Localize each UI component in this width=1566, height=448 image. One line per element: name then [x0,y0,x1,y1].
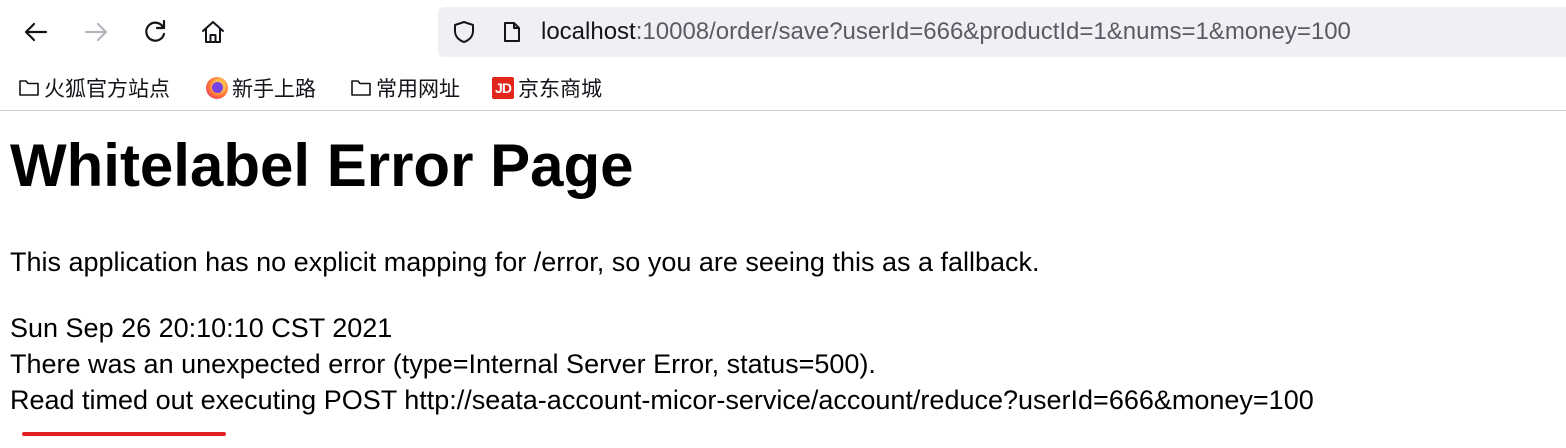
page-title: Whitelabel Error Page [10,132,634,199]
error-summary: There was an unexpected error (type=Inte… [10,349,876,379]
url-bar[interactable]: localhost:10008/order/save?userId=666&pr… [438,7,1566,57]
error-timestamp: Sun Sep 26 20:10:10 CST 2021 [10,313,393,343]
bookmark-item[interactable]: JD 京东商城 [492,74,602,102]
back-button[interactable] [18,14,54,50]
reload-button[interactable] [137,14,173,50]
bookmark-label: 常用网址 [376,78,460,101]
error-detail: Read timed out executing POST http://sea… [10,385,1314,415]
bookmark-label: 新手上路 [232,78,316,101]
reload-icon [141,18,169,46]
jd-icon: JD [492,77,514,99]
firefox-icon [206,77,228,99]
url-host: localhost [541,18,636,45]
bookmarks-bar: 火狐官方站点 新手上路 常用网址 JD 京东商城 [0,66,1566,111]
home-icon [199,18,227,46]
folder-icon [350,77,372,99]
arrow-left-icon [22,18,50,46]
bookmark-label: 火狐官方站点 [44,78,170,101]
arrow-right-icon [82,18,110,46]
bookmark-item[interactable]: 常用网址 [350,74,460,102]
annotation-underline [22,432,226,436]
forward-button[interactable] [78,14,114,50]
fallback-description: This application has no explicit mapping… [10,247,1040,277]
bookmark-item[interactable]: 火狐官方站点 [18,74,170,102]
folder-icon [18,77,40,99]
url-text[interactable]: localhost:10008/order/save?userId=666&pr… [541,18,1351,46]
shield-icon[interactable] [452,20,476,44]
browser-toolbar: localhost:10008/order/save?userId=666&pr… [0,0,1566,66]
bookmark-label: 京东商城 [518,78,602,101]
bookmark-item[interactable]: 新手上路 [206,74,316,102]
url-path: :10008/order/save?userId=666&productId=1… [635,18,1351,45]
home-button[interactable] [195,14,231,50]
jd-logo-text: JD [492,77,514,99]
page-icon[interactable] [500,20,524,44]
